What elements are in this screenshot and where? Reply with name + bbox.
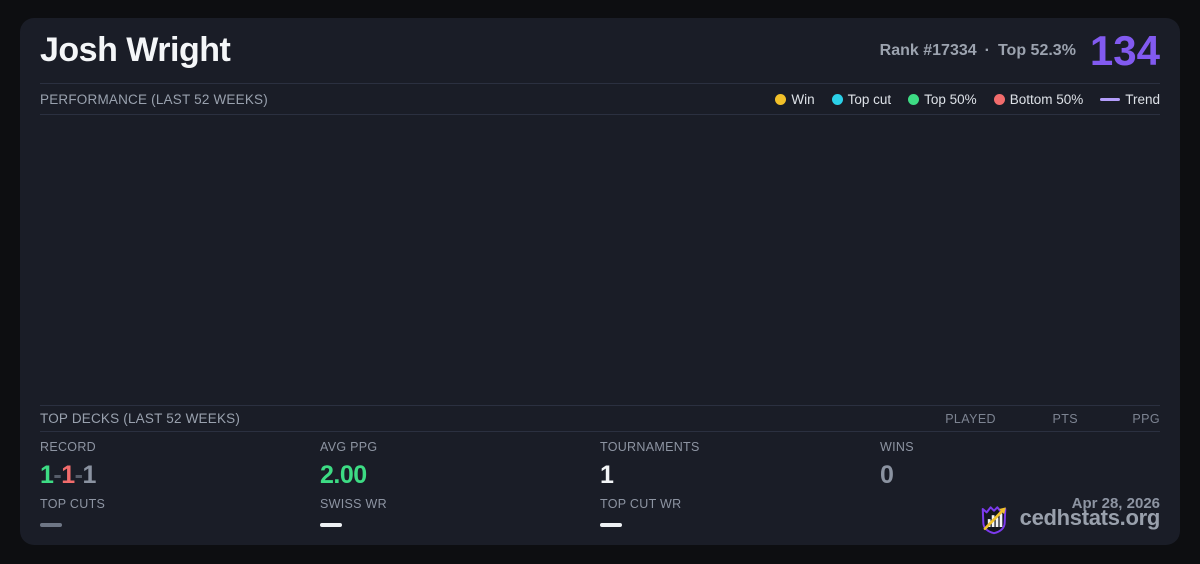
rank-separator: · — [984, 41, 990, 59]
top-decks-columns: PLAYED PTS PPG — [914, 412, 1160, 426]
record-draws: 1 — [82, 461, 96, 489]
stat-avg-ppg: AVG PPG 2.00 SWISS WR — [320, 440, 600, 545]
legend-item-top50: Top 50% — [908, 92, 977, 107]
swiss-wr-label: SWISS WR — [320, 497, 387, 511]
legend-item-trend: Trend — [1100, 92, 1160, 107]
legend-label: Win — [791, 91, 815, 107]
rank-summary: Rank #17334 · Top 52.3% 134 — [880, 26, 1160, 74]
percentile-label: Top 52.3% — [997, 41, 1076, 59]
brand-name: cedhstats.org — [1019, 505, 1161, 530]
chart-legend: Win Top cut Top 50% Bottom 50% Trend — [775, 92, 1160, 107]
column-pts: PTS — [1052, 411, 1078, 426]
legend-item-topcut: Top cut — [831, 91, 892, 107]
top-cut-wr-empty-value — [600, 523, 622, 527]
record-losses: 1 — [61, 461, 75, 489]
avg-ppg-label: AVG PPG — [320, 440, 378, 454]
bottom50-dot-icon — [993, 93, 1005, 105]
stat-tournaments: TOURNAMENTS 1 TOP CUT WR — [600, 440, 880, 545]
trend-line-icon — [1100, 97, 1121, 101]
wins-label: WINS — [880, 440, 914, 454]
legend-label: Top cut — [847, 91, 892, 107]
legend-item-bottom50: Bottom 50% — [993, 91, 1084, 107]
top-decks-header: TOP DECKS (LAST 52 WEEKS) PLAYED PTS PPG — [40, 405, 1160, 432]
stats-grid: RECORD 1-1-1 TOP CUTS AVG PPG 2.00 SWISS… — [40, 432, 1160, 545]
performance-title: PERFORMANCE (LAST 52 WEEKS) — [40, 91, 268, 107]
cedhstats-logo-icon — [981, 506, 1006, 535]
player-stats-card: Josh Wright Rank #17334 · Top 52.3% 134 … — [20, 18, 1180, 545]
legend-item-win: Win — [775, 91, 815, 107]
legend-label: Top 50% — [924, 91, 977, 107]
top-cut-wr-label: TOP CUT WR — [600, 497, 682, 511]
player-score: 134 — [1089, 26, 1160, 74]
legend-label: Bottom 50% — [1009, 91, 1084, 107]
swiss-wr-empty-value — [320, 523, 342, 527]
column-played: PLAYED — [945, 411, 996, 426]
record-value: 1-1-1 — [40, 460, 320, 490]
performance-header: PERFORMANCE (LAST 52 WEEKS) Win Top cut … — [40, 84, 1160, 115]
column-ppg: PPG — [1132, 411, 1160, 426]
topcut-dot-icon — [831, 93, 843, 105]
card-header: Josh Wright Rank #17334 · Top 52.3% 134 — [40, 18, 1160, 84]
performance-chart — [40, 115, 1160, 405]
rank-label: Rank #17334 — [879, 41, 977, 59]
tournaments-value: 1 — [600, 461, 614, 489]
top-cuts-label: TOP CUTS — [40, 497, 106, 511]
wins-value: 0 — [880, 461, 894, 489]
record-wins: 1 — [40, 461, 54, 489]
brand: cedhstats.org — [976, 500, 1160, 536]
top50-dot-icon — [908, 93, 920, 105]
player-name: Josh Wright — [40, 31, 231, 69]
legend-label: Trend — [1125, 91, 1160, 107]
top-cuts-empty-value — [40, 523, 62, 527]
record-label: RECORD — [40, 440, 96, 454]
stat-record: RECORD 1-1-1 TOP CUTS — [40, 440, 320, 545]
rank-line: Rank #17334 · Top 52.3% — [880, 42, 1076, 60]
win-dot-icon — [775, 93, 787, 105]
tournaments-label: TOURNAMENTS — [600, 440, 700, 454]
avg-ppg-value: 2.00 — [320, 461, 367, 489]
top-decks-title: TOP DECKS (LAST 52 WEEKS) — [40, 411, 241, 426]
